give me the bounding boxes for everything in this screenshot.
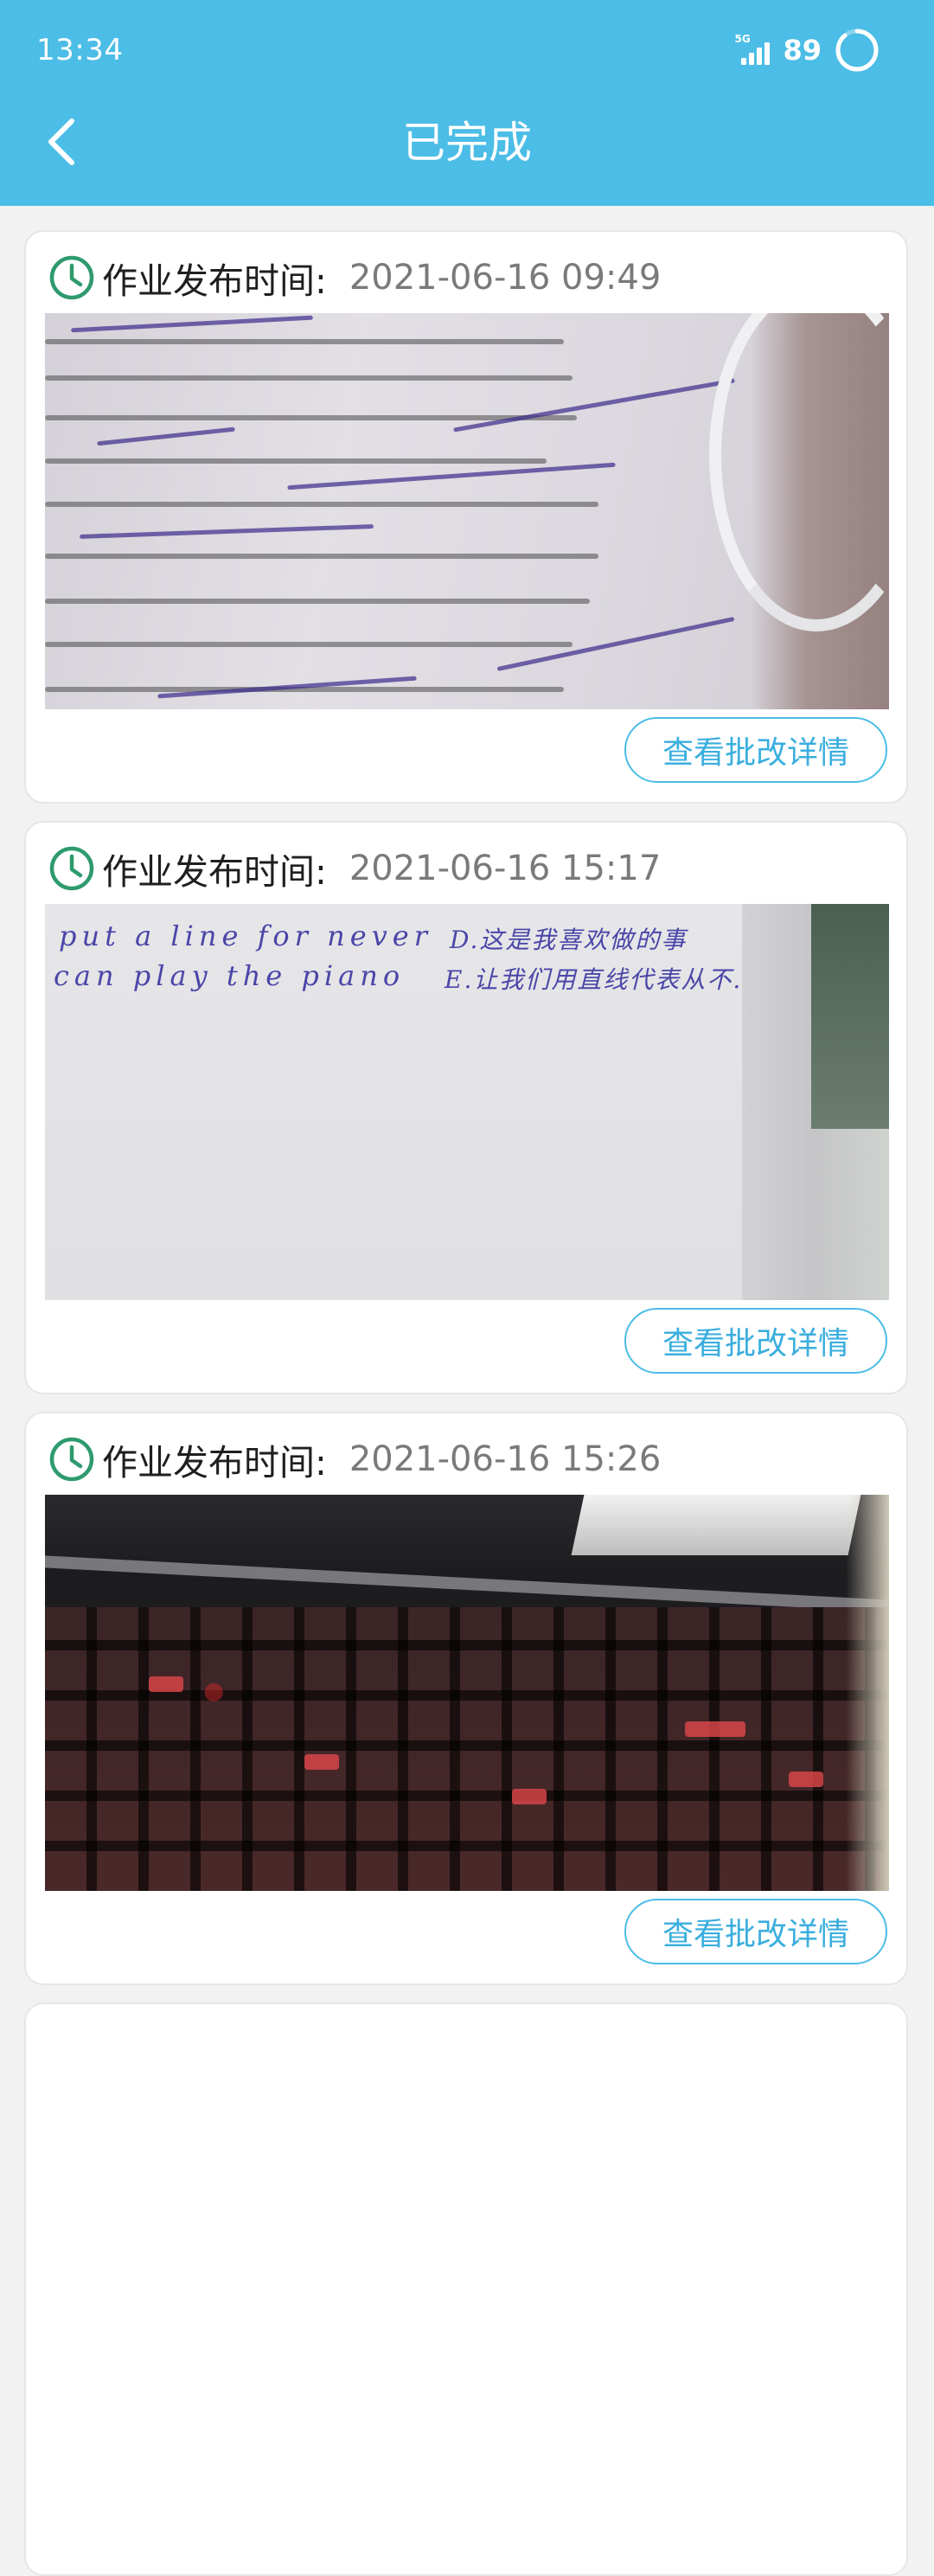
publish-time-label: 作业发布时间:: [102, 1442, 327, 1483]
card-header: 作业发布时间: 2021-06-16 15:17: [48, 842, 661, 895]
publish-time-value: 2021-06-16 09:49: [349, 258, 662, 298]
publish-time-value: 2021-06-16 15:17: [349, 849, 662, 888]
status-icons: 5G 89: [734, 22, 880, 78]
homework-card: [24, 2002, 908, 2576]
battery-level: 89: [783, 34, 822, 67]
view-grading-details-button[interactable]: 查看批改详情: [624, 1899, 887, 1964]
homework-photo[interactable]: [45, 1495, 889, 1891]
clock-icon: [49, 255, 94, 300]
clock-icon: [49, 846, 94, 891]
card-header: 作业发布时间: 2021-06-16 09:49: [48, 251, 661, 304]
handwriting-text: can play the piano: [54, 959, 406, 992]
publish-time-label: 作业发布时间:: [102, 260, 327, 302]
status-time: 13:34: [36, 33, 124, 67]
handwriting-text: E.让我们用直线代表从不.: [445, 965, 743, 994]
clock-icon: [49, 1437, 94, 1482]
signal-icon: 5G: [734, 34, 771, 65]
handwriting-text: D.这是我喜欢做的事: [450, 926, 688, 954]
battery-ring-icon: [835, 29, 879, 72]
handwriting-text: put a line for never: [59, 920, 432, 952]
homework-photo[interactable]: put a line for never can play the piano …: [45, 904, 889, 1300]
page-title: 已完成: [402, 118, 532, 168]
publish-time-value: 2021-06-16 15:26: [349, 1439, 662, 1479]
publish-time-label: 作业发布时间:: [102, 851, 327, 893]
homework-card: 作业发布时间: 2021-06-16 15:17 put a line for …: [24, 821, 908, 1394]
view-grading-details-button[interactable]: 查看批改详情: [624, 717, 887, 783]
homework-photo[interactable]: [45, 313, 889, 709]
view-grading-details-button[interactable]: 查看批改详情: [624, 1308, 887, 1374]
homework-card: 作业发布时间: 2021-06-16 15:26 查看批改详情: [24, 1412, 908, 1985]
card-header: 作业发布时间: 2021-06-16 15:26: [48, 1432, 661, 1486]
homework-card: 作业发布时间: 2021-06-16 09:49 查看批改详情: [24, 230, 908, 804]
app-header: 13:34 5G 89 已完成: [0, 0, 934, 206]
